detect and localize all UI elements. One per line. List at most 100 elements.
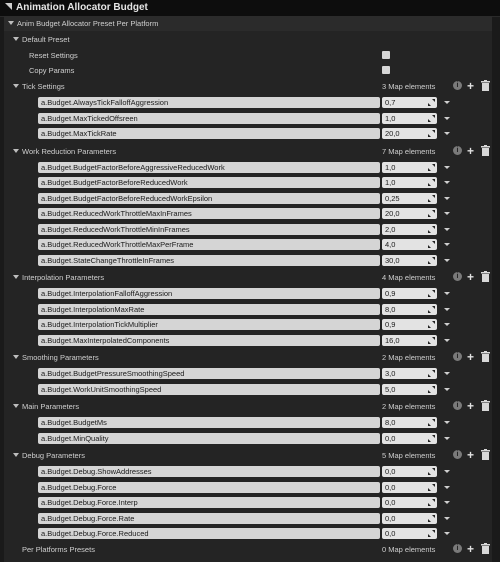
expand-arrow-icon[interactable]	[8, 21, 14, 25]
add-element-icon[interactable]: +	[467, 449, 478, 461]
entry-options-dropdown-icon[interactable]	[444, 132, 450, 135]
map-key-field[interactable]: a.Budget.BudgetFactorBeforeReducedWorkEp…	[38, 192, 380, 204]
map-key-field[interactable]: a.Budget.MaxTickRate	[38, 128, 380, 139]
map-value-field[interactable]: 0,0	[382, 497, 437, 508]
entry-options-dropdown-icon[interactable]	[444, 165, 450, 169]
map-value-field[interactable]: 30,0	[382, 254, 437, 266]
map-key-field[interactable]: a.Budget.BudgetFactorBeforeReducedWork	[38, 177, 380, 188]
root-category-row[interactable]: Anim Budget Allocator Preset Per Platfor…	[4, 16, 492, 31]
entry-options-dropdown-icon[interactable]	[444, 436, 450, 440]
expand-value-icon[interactable]	[428, 194, 435, 202]
map-value-field[interactable]: 8,0	[382, 417, 437, 428]
map-key-field[interactable]: a.Budget.Debug.Force.Rate	[38, 512, 380, 524]
entry-options-dropdown-icon[interactable]	[444, 212, 450, 215]
collapse-arrow-icon[interactable]	[5, 3, 12, 10]
expand-arrow-icon[interactable]	[13, 453, 19, 457]
entry-options-dropdown-icon[interactable]	[444, 116, 450, 120]
map-value-field[interactable]: 1,0	[382, 161, 437, 173]
expand-value-icon[interactable]	[428, 530, 435, 537]
expand-value-icon[interactable]	[428, 385, 435, 393]
section-header-row[interactable]: Tick Settings 3 Map elements i +	[4, 79, 492, 94]
entry-options-dropdown-icon[interactable]	[444, 485, 450, 489]
map-key-field[interactable]: a.Budget.MaxInterpolatedComponents	[38, 334, 380, 346]
map-key-field[interactable]: a.Budget.Debug.Force	[38, 481, 380, 493]
add-element-icon[interactable]: +	[467, 80, 478, 92]
expand-value-icon[interactable]	[428, 179, 435, 186]
map-key-field[interactable]: a.Budget.MinQuality	[38, 432, 380, 444]
map-key-field[interactable]: a.Budget.InterpolationMaxRate	[38, 303, 380, 315]
expand-value-icon[interactable]	[428, 336, 435, 344]
map-key-field[interactable]: a.Budget.Debug.ShowAddresses	[38, 466, 380, 477]
map-value-field[interactable]: 0,0	[382, 512, 437, 524]
expand-arrow-icon[interactable]	[13, 37, 19, 41]
copy-params-checkbox[interactable]	[382, 66, 390, 74]
map-value-field[interactable]: 0,7	[382, 97, 437, 108]
info-icon[interactable]: i	[453, 544, 462, 553]
section-header-row[interactable]: Interpolation Parameters 4 Map elements i +	[4, 270, 492, 285]
entry-options-dropdown-icon[interactable]	[444, 101, 450, 104]
entry-options-dropdown-icon[interactable]	[444, 516, 450, 520]
expand-value-icon[interactable]	[428, 225, 435, 233]
expand-value-icon[interactable]	[428, 514, 435, 522]
delete-all-icon[interactable]	[481, 144, 492, 157]
map-value-field[interactable]: 0,25	[382, 192, 437, 204]
expand-arrow-icon[interactable]	[13, 148, 19, 153]
expand-value-icon[interactable]	[428, 163, 435, 171]
add-element-icon[interactable]: +	[467, 400, 478, 412]
info-icon[interactable]: i	[453, 81, 462, 90]
map-value-field[interactable]: 16,0	[382, 334, 437, 346]
expand-value-icon[interactable]	[428, 321, 435, 328]
reset-settings-checkbox[interactable]	[382, 51, 390, 59]
entry-options-dropdown-icon[interactable]	[444, 387, 450, 391]
expand-arrow-icon[interactable]	[13, 355, 19, 359]
map-key-field[interactable]: a.Budget.BudgetPressureSmoothingSpeed	[38, 368, 380, 379]
info-icon[interactable]: i	[453, 145, 462, 155]
map-value-field[interactable]: 20,0	[382, 128, 437, 139]
expand-value-icon[interactable]	[428, 114, 435, 122]
map-key-field[interactable]: a.Budget.BudgetMs	[38, 417, 380, 428]
map-value-field[interactable]: 0,0	[382, 432, 437, 444]
map-value-field[interactable]: 1,0	[382, 177, 437, 188]
expand-arrow-icon[interactable]	[13, 84, 19, 88]
map-value-field[interactable]: 0,0	[382, 528, 437, 539]
entry-options-dropdown-icon[interactable]	[444, 258, 450, 262]
per-platforms-row[interactable]: Per Platforms Presets 0 Map elements i +	[4, 542, 492, 557]
map-key-field[interactable]: a.Budget.InterpolationTickMultiplier	[38, 319, 380, 330]
expand-value-icon[interactable]	[428, 434, 435, 442]
delete-all-icon[interactable]	[481, 449, 492, 461]
section-header-row[interactable]: Debug Parameters 5 Map elements i +	[4, 448, 492, 463]
section-header-row[interactable]: Smoothing Parameters 2 Map elements i +	[4, 350, 492, 365]
expand-value-icon[interactable]	[428, 99, 435, 106]
map-key-field[interactable]: a.Budget.ReducedWorkThrottleMaxPerFrame	[38, 239, 380, 250]
expand-value-icon[interactable]	[428, 256, 435, 264]
add-element-icon[interactable]: +	[467, 351, 478, 363]
delete-all-icon[interactable]	[481, 80, 492, 92]
add-element-icon[interactable]: +	[467, 145, 478, 157]
delete-all-icon[interactable]	[481, 351, 492, 363]
entry-options-dropdown-icon[interactable]	[444, 292, 450, 295]
map-value-field[interactable]: 4,0	[382, 239, 437, 250]
map-key-field[interactable]: a.Budget.Debug.Force.Reduced	[38, 528, 380, 539]
entry-options-dropdown-icon[interactable]	[444, 323, 450, 326]
map-value-field[interactable]: 0,0	[382, 481, 437, 493]
expand-value-icon[interactable]	[428, 419, 435, 426]
entry-options-dropdown-icon[interactable]	[444, 372, 450, 375]
map-value-field[interactable]: 0,9	[382, 319, 437, 330]
map-key-field[interactable]: a.Budget.MaxTickedOffsreen	[38, 112, 380, 124]
section-header-row[interactable]: Main Parameters 2 Map elements i +	[4, 399, 492, 414]
expand-value-icon[interactable]	[428, 483, 435, 491]
map-key-field[interactable]: a.Budget.InterpolationFalloffAggression	[38, 288, 380, 299]
map-key-field[interactable]: a.Budget.BudgetFactorBeforeAggressiveRed…	[38, 161, 380, 173]
map-value-field[interactable]: 2,0	[382, 223, 437, 235]
delete-all-icon[interactable]	[481, 271, 492, 283]
delete-all-icon[interactable]	[481, 400, 492, 412]
expand-value-icon[interactable]	[428, 468, 435, 475]
add-element-icon[interactable]: +	[467, 543, 478, 555]
entry-options-dropdown-icon[interactable]	[444, 421, 450, 424]
map-value-field[interactable]: 8,0	[382, 303, 437, 315]
map-value-field[interactable]: 0,0	[382, 466, 437, 477]
expand-arrow-icon[interactable]	[13, 275, 19, 279]
map-value-field[interactable]: 0,9	[382, 288, 437, 299]
entry-options-dropdown-icon[interactable]	[444, 307, 450, 311]
map-key-field[interactable]: a.Budget.ReducedWorkThrottleMinInFrames	[38, 223, 380, 235]
